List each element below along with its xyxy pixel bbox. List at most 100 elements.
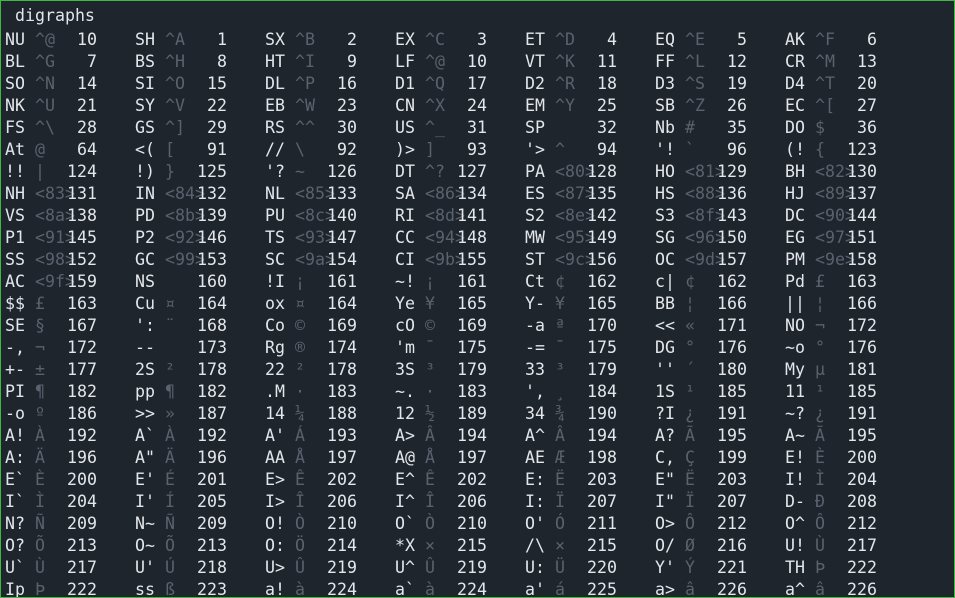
digraph-code: pp [135, 382, 155, 401]
digraph-decimal: 138 [67, 206, 97, 225]
digraph-code: LF [395, 52, 415, 71]
digraph-code: -- [135, 338, 155, 357]
digraph-decimal: 226 [717, 580, 747, 598]
digraph-decimal: 20 [857, 74, 877, 93]
digraph-code: PD [135, 206, 155, 225]
digraph-decimal: 203 [717, 470, 747, 489]
digraph-decimal: 161 [327, 272, 357, 291]
digraph-code: ~! [395, 272, 415, 291]
digraph-code: A` [135, 426, 155, 445]
digraph-char: © [425, 316, 435, 335]
digraph-code: DC [785, 206, 805, 225]
digraph-code: GC [135, 250, 155, 269]
digraph-char: È [35, 470, 45, 489]
digraph-decimal: 4 [607, 30, 617, 49]
digraph-char: â [815, 580, 825, 598]
digraph-decimal: 185 [847, 382, 877, 401]
digraph-char: ³ [555, 360, 565, 379]
digraph-decimal: 213 [67, 536, 97, 555]
digraph-decimal: 175 [587, 338, 617, 357]
digraph-decimal: 226 [847, 580, 877, 598]
terminal-window[interactable]: digraphs NU ^@ 10 SH ^A 1 SX ^B 2 EX ^C 3 ET ^D 4 EQ ^E 5… [0, 0, 955, 598]
digraph-decimal: 219 [457, 558, 487, 577]
digraph-code: BB [655, 294, 675, 313]
digraph-code: BS [135, 52, 155, 71]
digraph-char: Ñ [165, 514, 175, 533]
digraph-row: $$ £163 Cu ¤ 164 ox ¤ 164 Ye ¥165 Y- ¥165 BB ¦ 166 || ¦ 1… [1, 293, 954, 315]
digraph-code: TH [785, 558, 805, 577]
digraph-decimal: 12 [727, 52, 747, 71]
digraph-char: Â [555, 426, 565, 445]
digraph-decimal: 32 [597, 118, 617, 137]
digraph-decimal: 216 [717, 536, 747, 555]
digraph-code: O/ [655, 536, 675, 555]
digraph-char: Õ [165, 536, 175, 555]
digraph-code: O` [395, 514, 415, 533]
digraph-code: Co [265, 316, 285, 335]
digraph-code: OC [655, 250, 675, 269]
digraph-char: ^M [815, 52, 835, 71]
digraph-decimal: 179 [457, 360, 487, 379]
digraph-code: >> [135, 404, 155, 423]
digraph-code: NL [265, 184, 285, 203]
digraph-char: ^I [295, 52, 315, 71]
digraph-decimal: 24 [467, 96, 487, 115]
digraph-char: ¶ [165, 382, 175, 401]
digraph-decimal: 23 [337, 96, 357, 115]
digraph-row: E` È 200 E' É 201 E> Ê 202 E^ Ê 202 E: Ë 203 E" Ë 203 I! Ì 2… [1, 469, 954, 491]
digraph-char: ^^ [295, 118, 315, 137]
digraph-code: SI [135, 74, 155, 93]
digraph-code: RS [265, 118, 285, 137]
digraph-decimal: 161 [457, 272, 487, 291]
digraph-code: CI [395, 250, 415, 269]
digraph-char: ¥ [555, 294, 565, 313]
digraph-decimal: 204 [67, 492, 97, 511]
digraph-code: I` [5, 492, 25, 511]
digraph-code: P1 [5, 228, 25, 247]
digraph-decimal: 149 [587, 228, 617, 247]
digraph-code: At [5, 140, 25, 159]
digraph-char: ^G [35, 52, 55, 71]
digraph-decimal: 224 [327, 580, 357, 598]
digraph-decimal: 173 [197, 338, 227, 357]
digraph-decimal: 158 [847, 250, 877, 269]
digraph-char: ¹ [685, 382, 695, 401]
digraph-code: A^ [525, 426, 545, 445]
digraph-char: ^B [295, 30, 315, 49]
digraph-code: E^ [395, 470, 415, 489]
digraph-decimal: 183 [327, 382, 357, 401]
digraph-row: VS <8a> 138 PD <8b> 139 PU <8c> 140 RI <8d> 141 S2 <8… [1, 205, 954, 227]
digraph-code: a' [525, 580, 545, 598]
digraph-decimal: 132 [197, 184, 227, 203]
digraph-decimal: 210 [457, 514, 487, 533]
digraph-char: Ñ [35, 514, 45, 533]
digraph-decimal: 188 [327, 404, 357, 423]
digraph-code: ES [525, 184, 545, 203]
digraph-code: 33 [525, 360, 545, 379]
digraph-decimal: 6 [867, 30, 877, 49]
digraph-decimal: 175 [457, 338, 487, 357]
digraph-decimal: 22 [207, 96, 227, 115]
digraph-char: « [685, 316, 695, 335]
digraph-char: Á [295, 426, 305, 445]
digraph-decimal: 153 [197, 250, 227, 269]
digraph-code: U^ [395, 558, 415, 577]
digraph-decimal: 195 [717, 426, 747, 445]
digraph-code: '> [525, 140, 545, 159]
digraph-char: ^W [295, 96, 315, 115]
digraph-char: Ò [425, 514, 435, 533]
digraph-char: Ã [815, 426, 825, 445]
digraph-code: '! [655, 140, 675, 159]
digraph-char: ´ [685, 360, 695, 379]
digraph-decimal: 180 [717, 360, 747, 379]
digraph-code: AK [785, 30, 805, 49]
digraph-decimal: 91 [207, 140, 227, 159]
digraph-code: SB [655, 96, 675, 115]
digraph-char: ^K [555, 52, 575, 71]
digraph-decimal: 144 [847, 206, 877, 225]
digraph-code: ss [135, 580, 155, 598]
digraph-code: ~o [785, 338, 805, 357]
digraph-decimal: 129 [717, 162, 747, 181]
digraph-code: a` [395, 580, 415, 598]
digraph-code: 2S [135, 360, 155, 379]
